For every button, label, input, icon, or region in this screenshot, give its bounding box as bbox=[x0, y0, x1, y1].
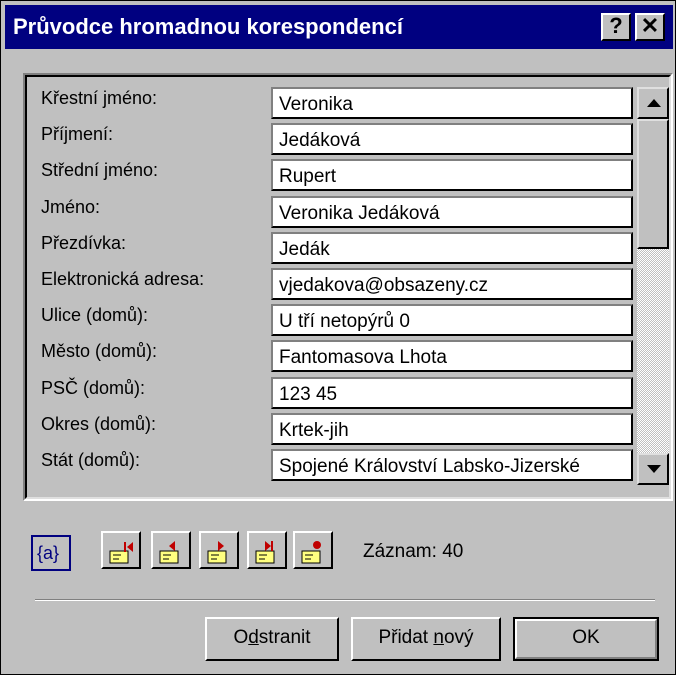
field-value-input[interactable]: Jedák bbox=[271, 231, 633, 264]
field-row: PSČ (domů): 123 45 bbox=[27, 375, 637, 413]
field-label: Střední jméno: bbox=[41, 160, 159, 181]
window-title: Průvodce hromadnou korespondencí bbox=[13, 14, 403, 39]
previous-record-button[interactable] bbox=[151, 531, 191, 569]
first-record-icon bbox=[109, 542, 133, 564]
field-value-input[interactable]: Fantomasova Lhota bbox=[271, 340, 633, 373]
field-value-text: Jedák bbox=[279, 238, 330, 260]
arrow-down-icon bbox=[647, 465, 661, 473]
field-label: Ulice (domů): bbox=[41, 305, 149, 326]
separator bbox=[35, 599, 655, 601]
next-record-icon bbox=[207, 541, 227, 564]
field-value-text: Fantomasova Lhota bbox=[279, 347, 447, 369]
field-value-text: vjedakova@obsazeny.cz bbox=[279, 275, 489, 296]
field-row: Okres (domů): Krtek-jih bbox=[27, 411, 637, 449]
field-value-text: Veronika bbox=[279, 94, 353, 115]
mail-merge-dialog: Průvodce hromadnou korespondencí ? ✕ Kře… bbox=[0, 0, 676, 675]
field-value-input[interactable]: Veronika bbox=[271, 87, 633, 119]
field-row: Ulice (domů): U tří netopýrů 0 bbox=[27, 302, 637, 340]
field-row: Křestní jméno: Veronika bbox=[27, 85, 637, 123]
title-bar[interactable]: Průvodce hromadnou korespondencí ? ✕ bbox=[5, 5, 673, 49]
last-record-button[interactable] bbox=[247, 531, 287, 569]
record-counter: Záznam: 40 bbox=[363, 541, 464, 562]
scroll-down-button[interactable] bbox=[637, 453, 669, 485]
last-record-icon bbox=[255, 541, 275, 564]
scroll-thumb[interactable] bbox=[637, 119, 669, 249]
field-row: Elektronická adresa: vjedakova@obsazeny.c… bbox=[27, 266, 637, 304]
field-value-text: U tří netopýrů 0 bbox=[279, 311, 410, 333]
field-label: Elektronická adresa: bbox=[41, 269, 205, 289]
field-value-input[interactable]: Krtek-jih bbox=[271, 412, 633, 445]
help-button[interactable]: ? bbox=[601, 13, 631, 41]
scroll-up-button[interactable] bbox=[637, 87, 669, 119]
field-label: Jméno: bbox=[41, 196, 101, 217]
field-codes-label: {a} bbox=[37, 543, 60, 563]
field-label: Přezdívka: bbox=[41, 232, 127, 253]
close-button[interactable]: ✕ bbox=[635, 13, 665, 41]
field-codes-button[interactable]: {a} bbox=[31, 535, 71, 571]
field-label: Příjmení: bbox=[41, 124, 114, 145]
field-value-text: Jedáková bbox=[279, 130, 361, 152]
record-fields-panel: Křestní jméno: Veronika Příjmení: Jedáková S… bbox=[23, 73, 673, 501]
ok-button[interactable]: OK bbox=[513, 617, 659, 661]
field-label: Stát (domů): bbox=[41, 450, 141, 470]
next-record-button[interactable] bbox=[199, 531, 239, 569]
field-label: Křestní jméno: bbox=[41, 88, 158, 108]
field-value-text: 123 45 bbox=[279, 383, 338, 405]
field-value-input[interactable]: vjedakova@obsazeny.cz bbox=[271, 268, 633, 300]
field-value-input[interactable]: Spojené Království Labsko-Jizerské bbox=[271, 449, 633, 481]
field-value-input[interactable]: Veronika Jedáková bbox=[271, 195, 633, 228]
field-value-input[interactable]: U tří netopýrů 0 bbox=[271, 304, 633, 337]
add-new-button[interactable]: Přidat nový bbox=[351, 617, 501, 661]
field-row: Stát (domů): Spojené Království Labsko-Ji… bbox=[27, 447, 637, 485]
field-row: Jméno: Veronika Jedáková bbox=[27, 194, 637, 232]
field-value-text: Spojené Království Labsko-Jizerské bbox=[279, 456, 580, 477]
previous-record-icon bbox=[159, 541, 179, 564]
first-record-button[interactable] bbox=[101, 531, 141, 569]
field-label: PSČ (domů): bbox=[41, 377, 146, 398]
field-value-text: Veronika Jedáková bbox=[279, 202, 440, 224]
arrow-up-icon bbox=[647, 99, 661, 107]
field-row: Příjmení: Jedáková bbox=[27, 121, 637, 159]
field-value-input[interactable]: Jedáková bbox=[271, 123, 633, 156]
field-value-input[interactable]: Rupert bbox=[271, 159, 633, 192]
delete-button[interactable]: Odstranit bbox=[205, 617, 339, 661]
new-record-icon bbox=[301, 541, 321, 564]
new-record-button[interactable] bbox=[293, 531, 333, 569]
field-row: Město (domů): Fantomasova Lhota bbox=[27, 338, 637, 376]
field-value-input[interactable]: 123 45 bbox=[271, 376, 633, 409]
field-value-text: Krtek-jih bbox=[279, 419, 349, 441]
field-label: Město (domů): bbox=[41, 341, 158, 362]
field-row: Přezdívka: Jedák bbox=[27, 230, 637, 268]
field-value-text: Rupert bbox=[279, 166, 337, 188]
field-label: Okres (domů): bbox=[41, 413, 157, 434]
field-row: Střední jméno: Rupert bbox=[27, 157, 637, 195]
vertical-scrollbar[interactable] bbox=[637, 87, 669, 485]
